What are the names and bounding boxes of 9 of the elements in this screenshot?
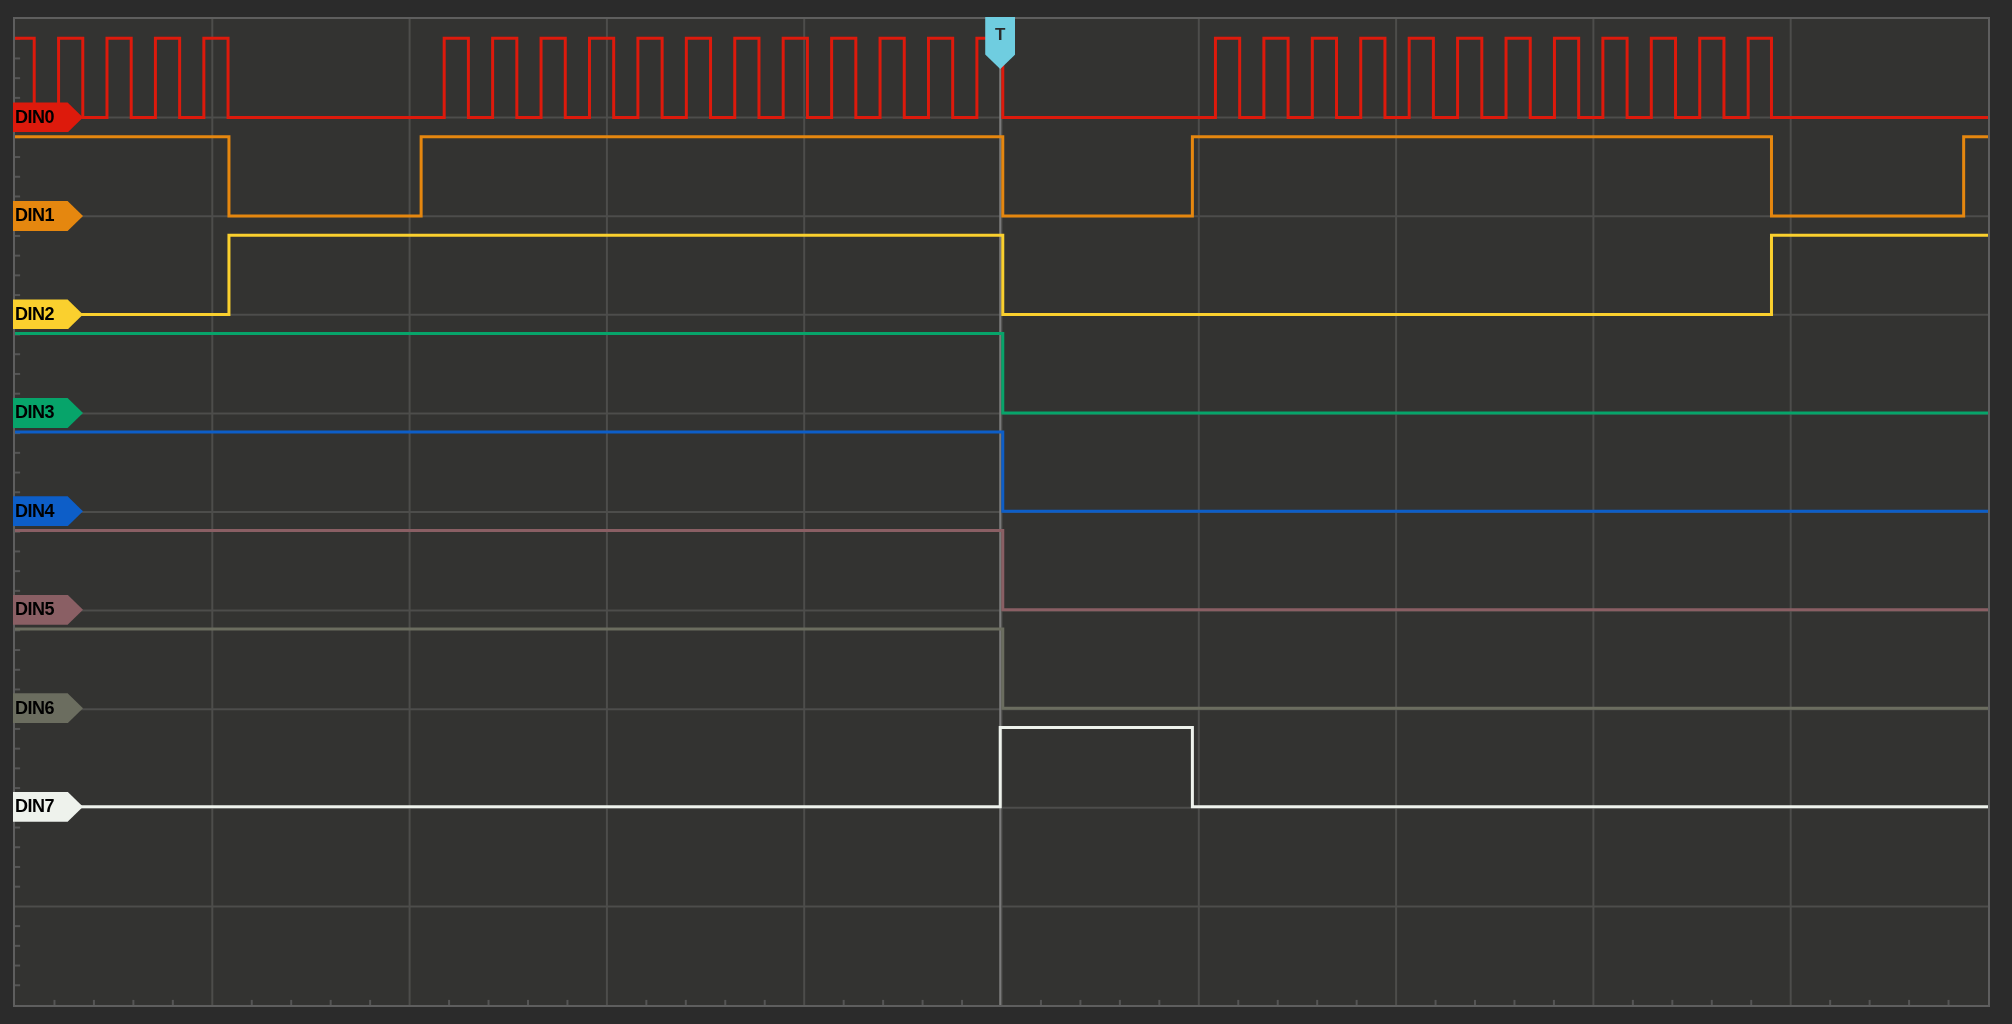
- channel-label[interactable]: DIN3: [13, 397, 83, 428]
- channel-label[interactable]: DIN0: [13, 102, 83, 133]
- channel-label[interactable]: DIN7: [13, 791, 83, 822]
- channel-label[interactable]: DIN6: [13, 693, 83, 724]
- channel-label[interactable]: DIN2: [13, 299, 83, 330]
- channel-label[interactable]: DIN4: [13, 496, 83, 527]
- trigger-marker[interactable]: T: [985, 17, 1016, 69]
- channel-label[interactable]: DIN1: [13, 200, 83, 231]
- channel-label[interactable]: DIN5: [13, 594, 83, 625]
